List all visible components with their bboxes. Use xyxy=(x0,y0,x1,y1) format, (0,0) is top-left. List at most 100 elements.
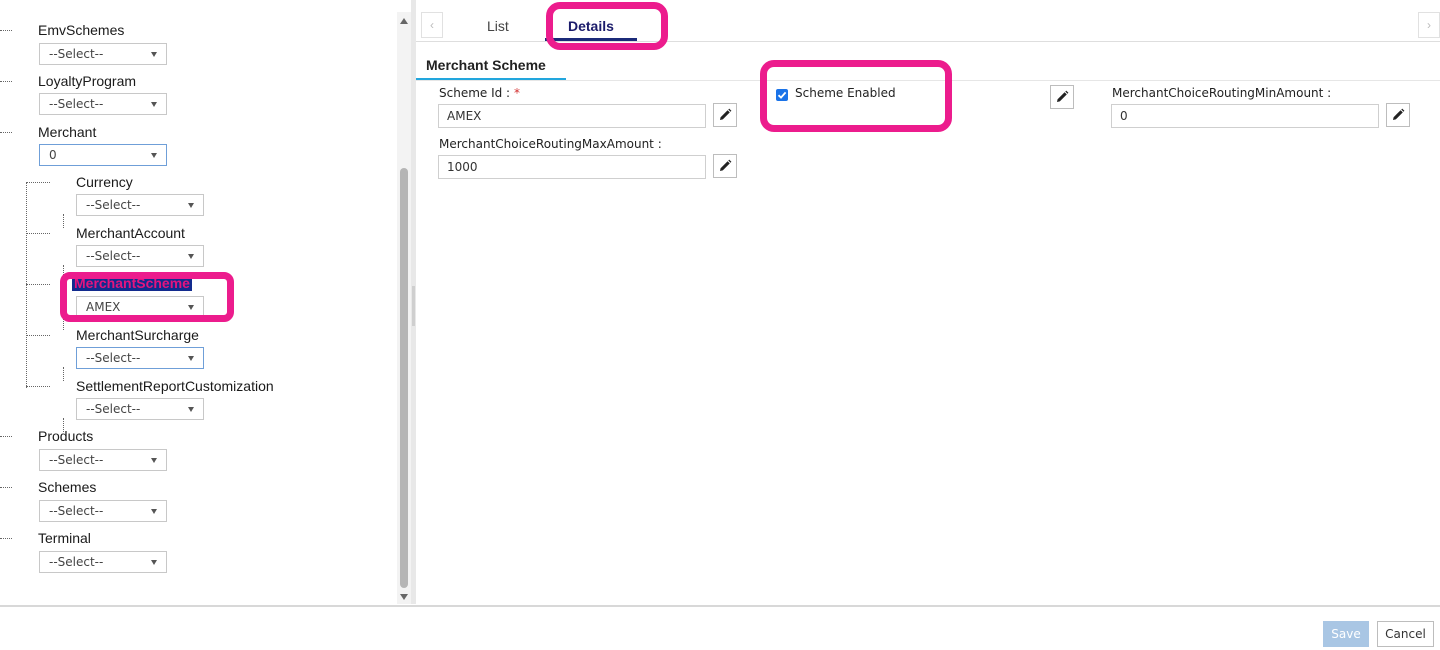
tree-node-terminal[interactable]: Terminal xyxy=(38,530,91,546)
section-title: Merchant Scheme xyxy=(426,57,546,73)
products-select[interactable]: --Select-- xyxy=(39,449,167,471)
scheme-id-label: Scheme Id : * xyxy=(439,86,520,100)
min-amount-edit-button[interactable] xyxy=(1386,103,1410,127)
select-value: --Select-- xyxy=(86,198,141,212)
caret-down-icon xyxy=(151,102,157,107)
emvschemes-select[interactable]: --Select-- xyxy=(39,43,167,65)
tree-node-emvschemes[interactable]: EmvSchemes xyxy=(38,22,124,38)
tree-panel: EmvSchemes --Select-- LoyaltyProgram --S… xyxy=(0,0,396,604)
merchant-select[interactable]: 0 xyxy=(39,144,167,166)
tree-connector xyxy=(26,233,50,234)
merchantsurcharge-select[interactable]: --Select-- xyxy=(76,347,204,369)
caret-down-icon xyxy=(151,560,157,565)
min-amount-label: MerchantChoiceRoutingMinAmount : xyxy=(1112,86,1332,100)
tree-connector xyxy=(0,487,12,488)
caret-down-icon xyxy=(151,52,157,57)
tree-connector xyxy=(0,436,12,437)
required-asterisk: * xyxy=(513,86,520,100)
tree-connector xyxy=(0,132,12,133)
tree-node-settlementreportcustomization[interactable]: SettlementReportCustomization xyxy=(76,378,274,394)
tree-connector xyxy=(0,81,12,82)
tree-connector xyxy=(26,182,50,183)
tree-scrollbar[interactable] xyxy=(397,12,411,604)
save-button[interactable]: Save xyxy=(1323,621,1369,647)
schemes-select[interactable]: --Select-- xyxy=(39,500,167,522)
caret-down-icon xyxy=(151,458,157,463)
select-value: --Select-- xyxy=(86,249,141,263)
scroll-down-icon[interactable] xyxy=(400,594,408,600)
tree-connector xyxy=(0,538,12,539)
merchantaccount-select[interactable]: --Select-- xyxy=(76,245,204,267)
tabs-next-button[interactable]: › xyxy=(1418,12,1440,38)
select-value: --Select-- xyxy=(49,504,104,518)
caret-down-icon xyxy=(188,356,194,361)
tab-list[interactable]: List xyxy=(487,18,509,34)
tabs-divider xyxy=(416,41,1440,42)
select-value: AMEX xyxy=(86,300,121,314)
caret-down-icon xyxy=(188,407,194,412)
section-divider xyxy=(416,80,1440,81)
tab-details-label: Details xyxy=(568,18,614,34)
scheme-id-input[interactable]: AMEX xyxy=(438,104,706,128)
select-value: --Select-- xyxy=(49,97,104,111)
pencil-icon xyxy=(720,159,732,171)
tree-connector xyxy=(63,367,64,381)
select-value: --Select-- xyxy=(86,351,141,365)
tree-node-merchantscheme[interactable]: MerchantScheme xyxy=(72,275,192,291)
chevron-left-icon: ‹ xyxy=(430,18,434,32)
splitter-grip[interactable] xyxy=(412,286,415,326)
tree-connector xyxy=(26,182,27,388)
select-value: 0 xyxy=(49,148,57,162)
details-panel: ‹ › List Details Merchant Scheme Scheme … xyxy=(416,0,1440,604)
scheme-id-edit-button[interactable] xyxy=(713,103,737,127)
tab-details[interactable]: Details xyxy=(568,18,614,34)
caret-down-icon xyxy=(151,153,157,158)
tree-node-currency[interactable]: Currency xyxy=(76,174,133,190)
select-value: --Select-- xyxy=(86,402,141,416)
tree-node-loyaltyprogram[interactable]: LoyaltyProgram xyxy=(38,73,136,89)
merchantscheme-select[interactable]: AMEX xyxy=(76,296,204,318)
tabs-prev-button[interactable]: ‹ xyxy=(421,12,443,38)
currency-select[interactable]: --Select-- xyxy=(76,194,204,216)
tree-node-merchantsurcharge[interactable]: MerchantSurcharge xyxy=(76,327,199,343)
max-amount-edit-button[interactable] xyxy=(713,154,737,178)
terminal-select[interactable]: --Select-- xyxy=(39,551,167,573)
scroll-thumb[interactable] xyxy=(400,168,408,588)
tree-connector xyxy=(26,335,50,336)
selected-node-label: MerchantScheme xyxy=(72,275,192,291)
tree-connector xyxy=(63,265,64,279)
select-value: --Select-- xyxy=(49,453,104,467)
tree-node-products[interactable]: Products xyxy=(38,428,93,444)
settlementreport-select[interactable]: --Select-- xyxy=(76,398,204,420)
footer-divider xyxy=(0,605,1440,607)
pencil-icon xyxy=(720,108,732,120)
scroll-up-icon[interactable] xyxy=(400,18,408,24)
caret-down-icon xyxy=(188,254,194,259)
min-amount-input[interactable]: 0 xyxy=(1111,104,1379,128)
caret-down-icon xyxy=(151,509,157,514)
tree-node-merchantaccount[interactable]: MerchantAccount xyxy=(76,225,185,241)
caret-down-icon xyxy=(188,203,194,208)
scheme-enabled-checkbox[interactable] xyxy=(776,89,788,101)
select-value: --Select-- xyxy=(49,555,104,569)
tree-connector xyxy=(63,214,64,228)
label-text: Scheme Id : xyxy=(439,86,511,100)
tree-connector xyxy=(26,386,50,387)
scheme-enabled-edit-button[interactable] xyxy=(1050,85,1074,109)
max-amount-label: MerchantChoiceRoutingMaxAmount : xyxy=(439,137,662,151)
cancel-button[interactable]: Cancel xyxy=(1377,621,1434,647)
pencil-icon xyxy=(1393,108,1405,120)
pencil-icon xyxy=(1057,90,1069,102)
tree-connector xyxy=(26,284,50,285)
checkmark-icon xyxy=(777,91,787,99)
caret-down-icon xyxy=(188,305,194,310)
tree-node-merchant[interactable]: Merchant xyxy=(38,124,96,140)
loyaltyprogram-select[interactable]: --Select-- xyxy=(39,93,167,115)
max-amount-input[interactable]: 1000 xyxy=(438,155,706,179)
scheme-enabled-label: Scheme Enabled xyxy=(795,86,896,100)
tree-connector xyxy=(0,30,12,31)
chevron-right-icon: › xyxy=(1427,18,1431,32)
tree-node-schemes[interactable]: Schemes xyxy=(38,479,96,495)
select-value: --Select-- xyxy=(49,47,104,61)
tree-connector xyxy=(63,316,64,330)
